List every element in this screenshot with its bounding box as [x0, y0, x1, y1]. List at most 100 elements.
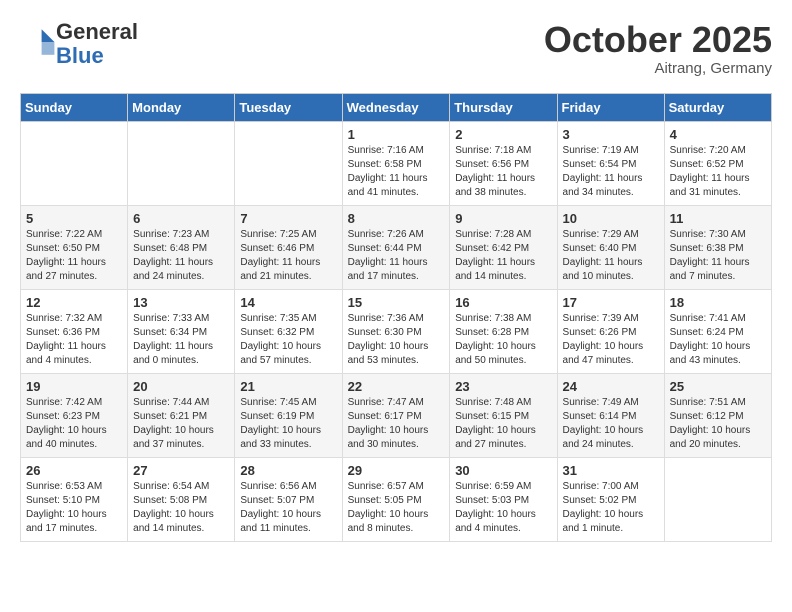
calendar-cell: 28Sunrise: 6:56 AM Sunset: 5:07 PM Dayli…	[235, 457, 342, 541]
calendar-cell	[128, 121, 235, 205]
day-number: 2	[455, 127, 551, 142]
day-info: Sunrise: 7:26 AM Sunset: 6:44 PM Dayligh…	[348, 228, 445, 284]
day-info: Sunrise: 7:32 AM Sunset: 6:36 PM Dayligh…	[26, 312, 122, 368]
day-number: 14	[240, 295, 336, 310]
day-number: 30	[455, 463, 551, 478]
calendar-cell: 13 Sunrise: 7:33 AM Sunset: 6:34 PM Dayli…	[128, 289, 235, 373]
calendar-cell	[664, 457, 771, 541]
title-block: October 2025 Aitrang, Germany	[544, 20, 772, 77]
day-info: Sunrise: 7:20 AM Sunset: 6:52 PM Dayligh…	[670, 144, 766, 200]
day-number: 27	[133, 463, 229, 478]
calendar-week-4: 26 Sunrise: 6:53 AM Sunset: 5:10 PM Dayli…	[21, 457, 772, 541]
day-info: Sunrise: 7:25 AM Sunset: 6:46 PM Dayligh…	[240, 228, 336, 284]
day-number: 22	[348, 379, 445, 394]
day-number: 5	[26, 211, 122, 226]
calendar-cell: 3Sunrise: 7:19 AM Sunset: 6:54 PM Daylig…	[557, 121, 664, 205]
day-info: Sunrise: 7:28 AM Sunset: 6:42 PM Dayligh…	[455, 228, 551, 284]
day-info: Sunrise: 7:39 AM Sunset: 6:26 PM Dayligh…	[563, 312, 659, 368]
calendar-cell: 5 Sunrise: 7:22 AM Sunset: 6:50 PM Daylig…	[21, 205, 128, 289]
day-number: 1	[348, 127, 445, 142]
weekday-header-tuesday: Tuesday	[235, 93, 342, 121]
weekday-header-thursday: Thursday	[450, 93, 557, 121]
day-info: Sunrise: 7:33 AM Sunset: 6:34 PM Dayligh…	[133, 312, 229, 368]
day-number: 29	[348, 463, 445, 478]
day-info: Sunrise: 7:23 AM Sunset: 6:48 PM Dayligh…	[133, 228, 229, 284]
weekday-header-monday: Monday	[128, 93, 235, 121]
day-info: Sunrise: 7:19 AM Sunset: 6:54 PM Dayligh…	[563, 144, 659, 200]
day-info: Sunrise: 7:38 AM Sunset: 6:28 PM Dayligh…	[455, 312, 551, 368]
page-header: General Blue October 2025 Aitrang, Germa…	[20, 20, 772, 77]
calendar-cell: 29 Sunrise: 6:57 AM Sunset: 5:05 PM Dayli…	[342, 457, 450, 541]
day-number: 7	[240, 211, 336, 226]
calendar-cell: 7 Sunrise: 7:25 AM Sunset: 6:46 PM Daylig…	[235, 205, 342, 289]
day-info: Sunrise: 7:49 AM Sunset: 6:14 PM Dayligh…	[563, 396, 659, 452]
day-info: Sunrise: 6:54 AM Sunset: 5:08 PM Dayligh…	[133, 480, 229, 536]
day-number: 16	[455, 295, 551, 310]
calendar-week-1: 5 Sunrise: 7:22 AM Sunset: 6:50 PM Daylig…	[21, 205, 772, 289]
calendar-cell	[21, 121, 128, 205]
day-info: Sunrise: 7:30 AM Sunset: 6:38 PM Dayligh…	[670, 228, 766, 284]
day-number: 23	[455, 379, 551, 394]
day-info: Sunrise: 7:18 AM Sunset: 6:56 PM Dayligh…	[455, 144, 551, 200]
day-number: 13	[133, 295, 229, 310]
day-number: 26	[26, 463, 122, 478]
day-number: 28	[240, 463, 336, 478]
calendar-cell: 9Sunrise: 7:28 AM Sunset: 6:42 PM Daylig…	[450, 205, 557, 289]
weekday-header-row: SundayMondayTuesdayWednesdayThursdayFrid…	[21, 93, 772, 121]
day-number: 31	[563, 463, 659, 478]
day-number: 4	[670, 127, 766, 142]
calendar-cell: 19Sunrise: 7:42 AM Sunset: 6:23 PM Dayli…	[21, 373, 128, 457]
day-info: Sunrise: 6:59 AM Sunset: 5:03 PM Dayligh…	[455, 480, 551, 536]
day-info: Sunrise: 7:22 AM Sunset: 6:50 PM Dayligh…	[26, 228, 122, 284]
day-info: Sunrise: 7:41 AM Sunset: 6:24 PM Dayligh…	[670, 312, 766, 368]
day-number: 8	[348, 211, 445, 226]
day-number: 11	[670, 211, 766, 226]
day-number: 18	[670, 295, 766, 310]
calendar-cell: 25 Sunrise: 7:51 AM Sunset: 6:12 PM Dayli…	[664, 373, 771, 457]
day-info: Sunrise: 6:53 AM Sunset: 5:10 PM Dayligh…	[26, 480, 122, 536]
calendar-cell: 11 Sunrise: 7:30 AM Sunset: 6:38 PM Dayli…	[664, 205, 771, 289]
day-info: Sunrise: 7:44 AM Sunset: 6:21 PM Dayligh…	[133, 396, 229, 452]
weekday-header-friday: Friday	[557, 93, 664, 121]
logo-general-text: General	[56, 19, 138, 44]
day-info: Sunrise: 7:51 AM Sunset: 6:12 PM Dayligh…	[670, 396, 766, 452]
location-text: Aitrang, Germany	[544, 60, 772, 77]
calendar-cell: 22 Sunrise: 7:47 AM Sunset: 6:17 PM Dayli…	[342, 373, 450, 457]
day-info: Sunrise: 6:57 AM Sunset: 5:05 PM Dayligh…	[348, 480, 445, 536]
day-number: 12	[26, 295, 122, 310]
calendar-cell: 31 Sunrise: 7:00 AM Sunset: 5:02 PM Dayli…	[557, 457, 664, 541]
day-number: 10	[563, 211, 659, 226]
calendar-cell: 10Sunrise: 7:29 AM Sunset: 6:40 PM Dayli…	[557, 205, 664, 289]
day-number: 25	[670, 379, 766, 394]
calendar-cell: 30 Sunrise: 6:59 AM Sunset: 5:03 PM Dayli…	[450, 457, 557, 541]
logo-blue-text: Blue	[56, 43, 104, 68]
day-info: Sunrise: 7:42 AM Sunset: 6:23 PM Dayligh…	[26, 396, 122, 452]
calendar-week-3: 19Sunrise: 7:42 AM Sunset: 6:23 PM Dayli…	[21, 373, 772, 457]
calendar-cell: 16 Sunrise: 7:38 AM Sunset: 6:28 PM Dayli…	[450, 289, 557, 373]
calendar-cell: 27 Sunrise: 6:54 AM Sunset: 5:08 PM Dayli…	[128, 457, 235, 541]
calendar-cell: 6Sunrise: 7:23 AM Sunset: 6:48 PM Daylig…	[128, 205, 235, 289]
calendar-week-0: 1 Sunrise: 7:16 AM Sunset: 6:58 PM Daylig…	[21, 121, 772, 205]
day-info: Sunrise: 7:36 AM Sunset: 6:30 PM Dayligh…	[348, 312, 445, 368]
day-number: 15	[348, 295, 445, 310]
calendar-cell: 24 Sunrise: 7:49 AM Sunset: 6:14 PM Dayli…	[557, 373, 664, 457]
day-number: 17	[563, 295, 659, 310]
day-number: 20	[133, 379, 229, 394]
day-info: Sunrise: 7:35 AM Sunset: 6:32 PM Dayligh…	[240, 312, 336, 368]
day-info: Sunrise: 7:45 AM Sunset: 6:19 PM Dayligh…	[240, 396, 336, 452]
logo-icon	[24, 26, 56, 58]
weekday-header-sunday: Sunday	[21, 93, 128, 121]
calendar-table: SundayMondayTuesdayWednesdayThursdayFrid…	[20, 93, 772, 542]
day-info: Sunrise: 7:16 AM Sunset: 6:58 PM Dayligh…	[348, 144, 445, 200]
weekday-header-wednesday: Wednesday	[342, 93, 450, 121]
day-info: Sunrise: 7:47 AM Sunset: 6:17 PM Dayligh…	[348, 396, 445, 452]
day-number: 24	[563, 379, 659, 394]
calendar-cell: 12 Sunrise: 7:32 AM Sunset: 6:36 PM Dayli…	[21, 289, 128, 373]
calendar-cell: 21Sunrise: 7:45 AM Sunset: 6:19 PM Dayli…	[235, 373, 342, 457]
day-info: Sunrise: 7:00 AM Sunset: 5:02 PM Dayligh…	[563, 480, 659, 536]
calendar-cell: 4 Sunrise: 7:20 AM Sunset: 6:52 PM Daylig…	[664, 121, 771, 205]
calendar-week-2: 12 Sunrise: 7:32 AM Sunset: 6:36 PM Dayli…	[21, 289, 772, 373]
calendar-cell: 26 Sunrise: 6:53 AM Sunset: 5:10 PM Dayli…	[21, 457, 128, 541]
calendar-cell: 18 Sunrise: 7:41 AM Sunset: 6:24 PM Dayli…	[664, 289, 771, 373]
calendar-cell	[235, 121, 342, 205]
